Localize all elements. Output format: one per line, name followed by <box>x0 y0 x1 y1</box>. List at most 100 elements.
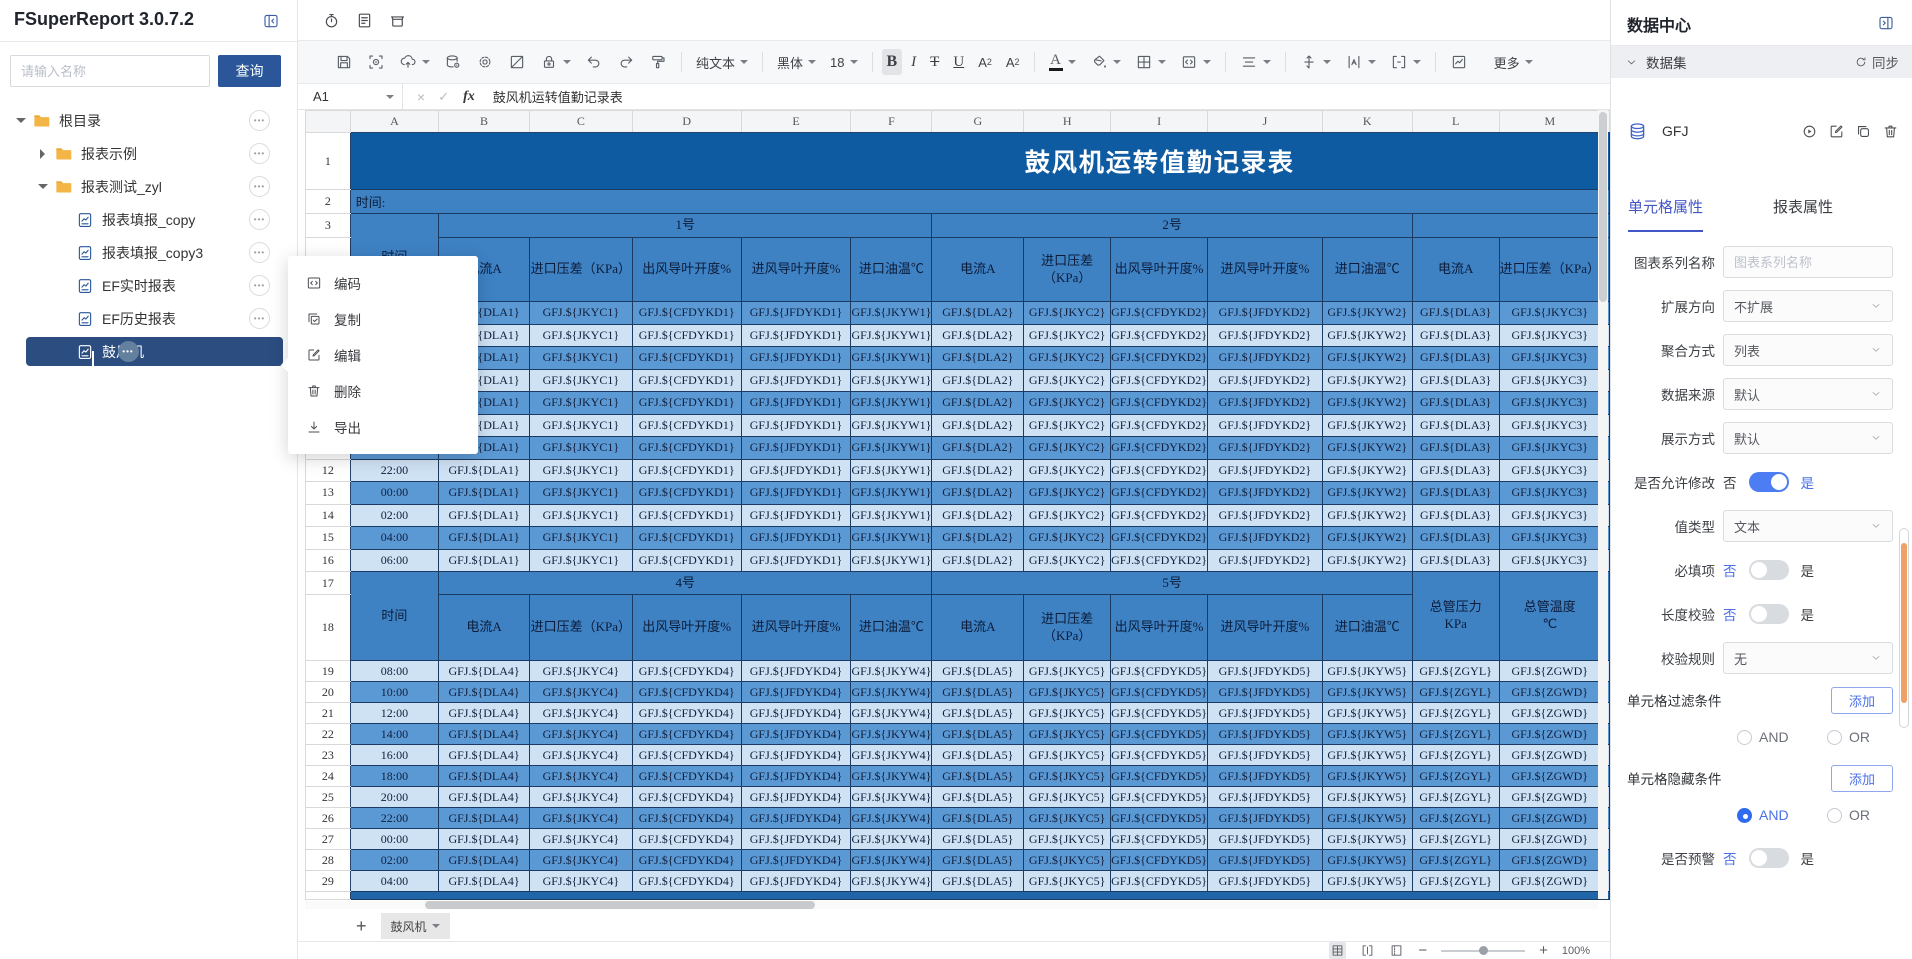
row-number[interactable]: 14 <box>306 504 351 527</box>
data-cell[interactable]: GFJ.${DLA5} <box>932 829 1024 850</box>
data-cell[interactable]: GFJ.${JFDYKD4} <box>741 682 851 703</box>
data-cell[interactable]: GFJ.${JKYC5} <box>1024 745 1111 766</box>
data-cell[interactable]: GFJ.${JKYW5} <box>1322 745 1412 766</box>
dataset-section-header[interactable]: 数据集 同步 <box>1611 46 1912 78</box>
data-cell[interactable]: GFJ.${ZGWD} <box>1499 850 1600 871</box>
column-letter[interactable]: L <box>1412 111 1499 133</box>
data-cell[interactable]: GFJ.${JKYW5} <box>1322 724 1412 745</box>
data-cell[interactable]: GFJ.${CFDYKD5} <box>1111 703 1208 724</box>
data-cell[interactable]: GFJ.${JKYW1} <box>851 369 932 392</box>
data-cell[interactable]: GFJ.${JFDYKD4} <box>741 703 851 724</box>
measure-header-cell[interactable]: 电流A <box>439 595 530 661</box>
time-cell[interactable]: 06:00 <box>350 549 438 572</box>
data-cell[interactable]: GFJ.${JFDYKD1} <box>741 324 851 347</box>
data-cell[interactable]: GFJ.${JKYW5} <box>1322 808 1412 829</box>
toolbar-publish-button[interactable] <box>394 49 435 75</box>
row-number[interactable]: 17 <box>306 572 351 595</box>
data-cell[interactable]: GFJ.${JFDYKD5} <box>1208 724 1323 745</box>
data-cell[interactable]: GFJ.${DLA2} <box>932 414 1024 437</box>
cell-name-box[interactable]: A1 <box>305 84 403 110</box>
more-actions-button[interactable]: ••• <box>249 176 270 197</box>
data-cell[interactable]: GFJ.${DLA4} <box>439 871 530 892</box>
data-cell[interactable]: GFJ.${DLA2} <box>932 392 1024 415</box>
horizontal-scrollbar-thumb[interactable] <box>425 901 815 909</box>
data-cell[interactable]: GFJ.${JKYW2} <box>1322 414 1412 437</box>
tab-report-properties[interactable]: 报表属性 <box>1773 196 1833 232</box>
more-actions-button[interactable]: ••• <box>249 275 270 296</box>
data-cell[interactable]: GFJ.${JKYC5} <box>1024 850 1111 871</box>
time-cell[interactable]: 10:00 <box>350 682 438 703</box>
data-cell[interactable]: GFJ.${JKYC3} <box>1499 347 1600 370</box>
row-number[interactable]: 26 <box>306 808 351 829</box>
data-cell[interactable]: GFJ.${JKYW4} <box>851 766 932 787</box>
data-cell[interactable]: GFJ.${JKYC3} <box>1499 392 1600 415</box>
data-cell[interactable]: GFJ.${JKYC2} <box>1024 527 1111 550</box>
data-cell[interactable]: GFJ.${CFDYKD2} <box>1111 347 1208 370</box>
row-number[interactable]: 15 <box>306 527 351 550</box>
data-cell[interactable]: GFJ.${JKYW2} <box>1322 437 1412 460</box>
data-cell[interactable]: GFJ.${CFDYKD2} <box>1111 369 1208 392</box>
data-cell[interactable]: GFJ.${DLA5} <box>932 808 1024 829</box>
add-condition-button[interactable]: 添加 <box>1831 765 1893 792</box>
vertical-scrollbar-thumb[interactable] <box>1599 112 1607 302</box>
time-cell[interactable]: 22:00 <box>350 459 438 482</box>
data-cell[interactable]: GFJ.${JKYW4} <box>851 808 932 829</box>
time-cell[interactable]: 00:00 <box>350 829 438 850</box>
data-cell[interactable]: GFJ.${JFDYKD4} <box>741 829 851 850</box>
time-cell[interactable]: 00:00 <box>350 482 438 505</box>
data-cell[interactable]: GFJ.${DLA1} <box>439 504 530 527</box>
data-cell[interactable]: GFJ.${CFDYKD4} <box>632 808 741 829</box>
data-cell[interactable]: GFJ.${CFDYKD2} <box>1111 527 1208 550</box>
data-cell[interactable]: GFJ.${ZGYL} <box>1412 766 1499 787</box>
data-cell[interactable]: GFJ.${DLA2} <box>932 302 1024 325</box>
context-menu-item[interactable]: 删除 <box>288 373 478 409</box>
data-cell[interactable]: GFJ.${JKYC5} <box>1024 724 1111 745</box>
more-actions-button[interactable]: ••• <box>249 242 270 263</box>
data-cell[interactable]: GFJ.${ZGYL} <box>1412 787 1499 808</box>
delete-icon[interactable] <box>1882 123 1899 140</box>
data-cell[interactable]: GFJ.${JKYC2} <box>1024 302 1111 325</box>
data-cell[interactable]: GFJ.${JKYC5} <box>1024 703 1111 724</box>
toolbar-font-color-button[interactable]: A <box>1044 50 1081 75</box>
time-cell[interactable]: 12:00 <box>350 703 438 724</box>
data-cell[interactable]: GFJ.${JFDYKD4} <box>741 661 851 682</box>
data-cell[interactable]: GFJ.${JFDYKD1} <box>741 482 851 505</box>
measure-header-cell[interactable]: 进风导叶开度% <box>1208 238 1323 302</box>
column-letter[interactable]: M <box>1499 111 1600 133</box>
data-cell[interactable]: GFJ.${JKYW1} <box>851 414 932 437</box>
data-cell[interactable]: GFJ.${JKYW2} <box>1322 549 1412 572</box>
data-cell[interactable]: GFJ.${JFDYKD2} <box>1208 459 1323 482</box>
data-cell[interactable]: GFJ.${DLA3} <box>1412 459 1499 482</box>
tree-collapse-icon[interactable] <box>40 149 50 159</box>
sync-button[interactable]: 同步 <box>1854 52 1899 72</box>
data-cell[interactable]: GFJ.${JKYC4} <box>529 766 632 787</box>
data-cell[interactable]: GFJ.${CFDYKD5} <box>1111 745 1208 766</box>
data-cell[interactable]: GFJ.${DLA2} <box>932 347 1024 370</box>
toolbar-undo-button[interactable] <box>580 49 608 75</box>
data-cell[interactable]: GFJ.${CFDYKD4} <box>632 661 741 682</box>
data-cell[interactable]: GFJ.${DLA3} <box>1412 347 1499 370</box>
data-cell[interactable]: GFJ.${CFDYKD2} <box>1111 504 1208 527</box>
data-cell[interactable]: GFJ.${JKYC1} <box>529 437 632 460</box>
data-cell[interactable]: GFJ.${JKYC4} <box>529 724 632 745</box>
time-cell[interactable]: 02:00 <box>350 504 438 527</box>
time-cell[interactable]: 18:00 <box>350 766 438 787</box>
toolbar-button[interactable]: A2 <box>973 51 997 74</box>
data-cell[interactable]: GFJ.${JFDYKD5} <box>1208 703 1323 724</box>
select-1[interactable]: 不扩展 <box>1723 290 1893 322</box>
total-header-cell[interactable]: 总管温度 ℃ <box>1499 572 1600 661</box>
data-cell[interactable]: GFJ.${DLA2} <box>932 369 1024 392</box>
data-cell[interactable]: GFJ.${JKYC2} <box>1024 504 1111 527</box>
data-cell[interactable]: GFJ.${JKYC2} <box>1024 324 1111 347</box>
data-cell[interactable]: GFJ.${JFDYKD5} <box>1208 766 1323 787</box>
data-cell[interactable]: GFJ.${JKYC1} <box>529 482 632 505</box>
data-cell[interactable]: GFJ.${ZGWD} <box>1499 787 1600 808</box>
select-all-corner[interactable] <box>306 111 351 133</box>
data-cell[interactable]: GFJ.${DLA3} <box>1412 437 1499 460</box>
data-cell[interactable]: GFJ.${JFDYKD4} <box>741 787 851 808</box>
data-cell[interactable]: GFJ.${JKYW5} <box>1322 871 1412 892</box>
row-number[interactable]: 3 <box>306 214 351 238</box>
data-cell[interactable]: GFJ.${JKYW5} <box>1322 787 1412 808</box>
add-condition-button[interactable]: 添加 <box>1831 687 1893 714</box>
zoom-in-button[interactable]: + <box>1539 945 1548 957</box>
